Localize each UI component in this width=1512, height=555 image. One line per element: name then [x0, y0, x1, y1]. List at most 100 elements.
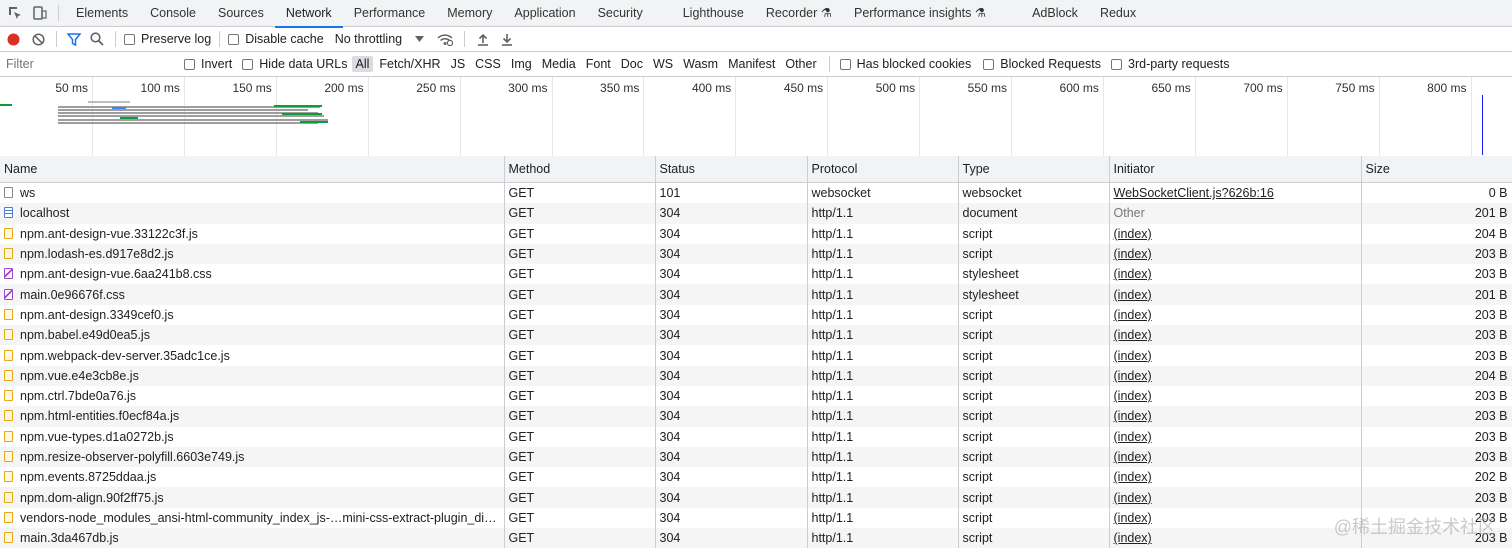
type-filter-1[interactable]: Fetch/XHR [375, 56, 444, 72]
request-row[interactable]: main.0e96676f.css GET 304 http/1.1 styleshee… [0, 284, 1512, 305]
third-party-requests-checkbox[interactable] [1111, 58, 1123, 70]
filter-icon[interactable] [63, 32, 85, 46]
initiator-link[interactable]: (index) [1114, 369, 1152, 383]
initiator-link[interactable]: (index) [1114, 328, 1152, 342]
initiator-link[interactable]: WebSocketClient.js?626b:16 [1114, 186, 1274, 200]
column-header-protocol[interactable]: Protocol [807, 156, 959, 183]
cell-initiator[interactable]: (index) [1109, 467, 1362, 488]
timeline-overview[interactable]: 50 ms 100 ms 150 ms 200 ms 250 ms 300 ms 350 m… [0, 77, 1512, 157]
request-row[interactable]: npm.babel.e49d0ea5.js GET 304 http/1.1 scrip… [0, 325, 1512, 346]
search-icon[interactable] [85, 32, 109, 46]
initiator-link[interactable]: (index) [1114, 470, 1152, 484]
column-header-size[interactable]: Size [1361, 156, 1512, 183]
cell-initiator[interactable]: (index) [1109, 325, 1362, 346]
request-row[interactable]: npm.html-entities.f0ecf84a.js GET 304 http/… [0, 406, 1512, 427]
type-filter-6[interactable]: Font [582, 56, 615, 72]
tab-6[interactable]: Application [503, 0, 586, 27]
cell-initiator[interactable]: (index) [1109, 304, 1362, 326]
request-row[interactable]: npm.ant-design-vue.6aa241b8.css GET 304 htt… [0, 264, 1512, 285]
request-row[interactable]: ws GET 101 websocket websocket WebSocketClien… [0, 182, 1512, 204]
initiator-link[interactable]: (index) [1114, 531, 1152, 545]
cell-initiator[interactable]: (index) [1109, 528, 1362, 549]
request-row[interactable]: npm.resize-observer-polyfill.6603e749.js… [0, 446, 1512, 468]
initiator-link[interactable]: (index) [1114, 409, 1152, 423]
column-header-method[interactable]: Method [504, 156, 656, 183]
invert-checkbox[interactable] [184, 58, 195, 70]
type-filter-10[interactable]: Manifest [724, 56, 779, 72]
type-filter-2[interactable]: JS [447, 56, 470, 72]
export-har-icon[interactable] [495, 33, 519, 46]
initiator-link[interactable]: (index) [1114, 308, 1152, 322]
request-row[interactable]: main.3da467db.js GET 304 http/1.1 script (ind… [0, 528, 1512, 549]
type-filter-4[interactable]: Img [507, 56, 536, 72]
disable-cache-checkbox[interactable] [228, 33, 240, 45]
tab-9[interactable]: Recorder ⚗ [755, 0, 843, 27]
type-filter-7[interactable]: Doc [617, 56, 647, 72]
type-filter-5[interactable]: Media [538, 56, 580, 72]
tab-4[interactable]: Performance [343, 0, 437, 27]
type-filter-0[interactable]: All [351, 56, 374, 72]
cell-initiator[interactable]: (index) [1109, 406, 1362, 427]
initiator-link[interactable]: (index) [1114, 349, 1152, 363]
cell-initiator[interactable]: (index) [1109, 223, 1362, 244]
request-row[interactable]: npm.lodash-es.d917e8d2.js GET 304 http/1.1 s… [0, 243, 1512, 265]
cell-initiator[interactable]: (index) [1109, 284, 1362, 305]
cell-initiator[interactable]: (index) [1109, 507, 1362, 529]
type-filter-3[interactable]: CSS [471, 56, 505, 72]
hide-data-urls-checkbox[interactable] [242, 58, 254, 70]
request-row[interactable]: localhost GET 304 http/1.1 document Other 201 … [0, 203, 1512, 224]
network-conditions-icon[interactable] [432, 33, 458, 46]
column-header-type[interactable]: Type [958, 156, 1110, 183]
request-row[interactable]: npm.dom-align.90f2ff75.js GET 304 http/1.1 s… [0, 487, 1512, 508]
blocked-requests-checkbox[interactable] [983, 58, 995, 70]
request-row[interactable]: npm.webpack-dev-server.35adc1ce.js GET 304… [0, 345, 1512, 366]
column-header-name[interactable]: Name [0, 156, 505, 183]
type-filter-9[interactable]: Wasm [679, 56, 722, 72]
cell-initiator[interactable]: WebSocketClient.js?626b:16 [1109, 182, 1362, 204]
cell-initiator[interactable]: (index) [1109, 487, 1362, 508]
tab-3[interactable]: Network [274, 0, 343, 28]
tab-7[interactable]: Security [587, 0, 654, 27]
tab-1[interactable]: Console [139, 0, 207, 27]
initiator-link[interactable]: (index) [1114, 389, 1152, 403]
tab-2[interactable]: Sources [207, 0, 275, 27]
tab-11[interactable]: AdBlock [1021, 0, 1089, 27]
has-blocked-cookies-checkbox[interactable] [839, 58, 851, 70]
request-row[interactable]: vendors-node_modules_ansi-html-community… [0, 507, 1512, 529]
initiator-link[interactable]: (index) [1114, 511, 1152, 525]
throttling-select[interactable]: No throttling [335, 32, 425, 46]
device-toolbar-icon[interactable] [28, 0, 52, 27]
cell-initiator[interactable]: (index) [1109, 365, 1362, 386]
tab-5[interactable]: Memory [436, 0, 503, 27]
request-row[interactable]: npm.events.8725ddaa.js GET 304 http/1.1 scri… [0, 467, 1512, 488]
record-icon[interactable] [0, 33, 26, 46]
column-header-status[interactable]: Status [655, 156, 808, 183]
tab-12[interactable]: Redux [1089, 0, 1147, 27]
request-row[interactable]: npm.ant-design.3349cef0.js GET 304 http/1.1… [0, 304, 1512, 326]
cell-initiator[interactable]: (index) [1109, 243, 1362, 265]
cell-initiator[interactable]: (index) [1109, 385, 1362, 407]
cell-initiator[interactable]: (index) [1109, 264, 1362, 285]
preserve-log-checkbox[interactable] [124, 33, 135, 45]
filter-input[interactable] [0, 53, 172, 75]
cell-initiator[interactable]: (index) [1109, 345, 1362, 366]
type-filter-8[interactable]: WS [649, 56, 677, 72]
initiator-link[interactable]: (index) [1114, 227, 1152, 241]
cell-initiator[interactable]: (index) [1109, 446, 1362, 468]
tab-10[interactable]: Performance insights ⚗ [843, 0, 997, 27]
initiator-link[interactable]: (index) [1114, 247, 1152, 261]
initiator-link[interactable]: (index) [1114, 450, 1152, 464]
tab-8[interactable]: Lighthouse [672, 0, 755, 27]
tab-0[interactable]: Elements [65, 0, 139, 27]
cell-initiator[interactable]: (index) [1109, 426, 1362, 447]
clear-icon[interactable] [26, 32, 50, 46]
request-row[interactable]: npm.ctrl.7bde0a76.js GET 304 http/1.1 script… [0, 385, 1512, 407]
inspect-element-icon[interactable] [2, 0, 28, 27]
initiator-link[interactable]: (index) [1114, 430, 1152, 444]
type-filter-11[interactable]: Other [781, 56, 820, 72]
request-row[interactable]: npm.ant-design-vue.33122c3f.js GET 304 http… [0, 223, 1512, 244]
initiator-link[interactable]: (index) [1114, 491, 1152, 505]
request-row[interactable]: npm.vue-types.d1a0272b.js GET 304 http/1.1 s… [0, 426, 1512, 447]
column-header-initiator[interactable]: Initiator [1109, 156, 1362, 183]
request-row[interactable]: npm.vue.e4e3cb8e.js GET 304 http/1.1 script (… [0, 365, 1512, 386]
